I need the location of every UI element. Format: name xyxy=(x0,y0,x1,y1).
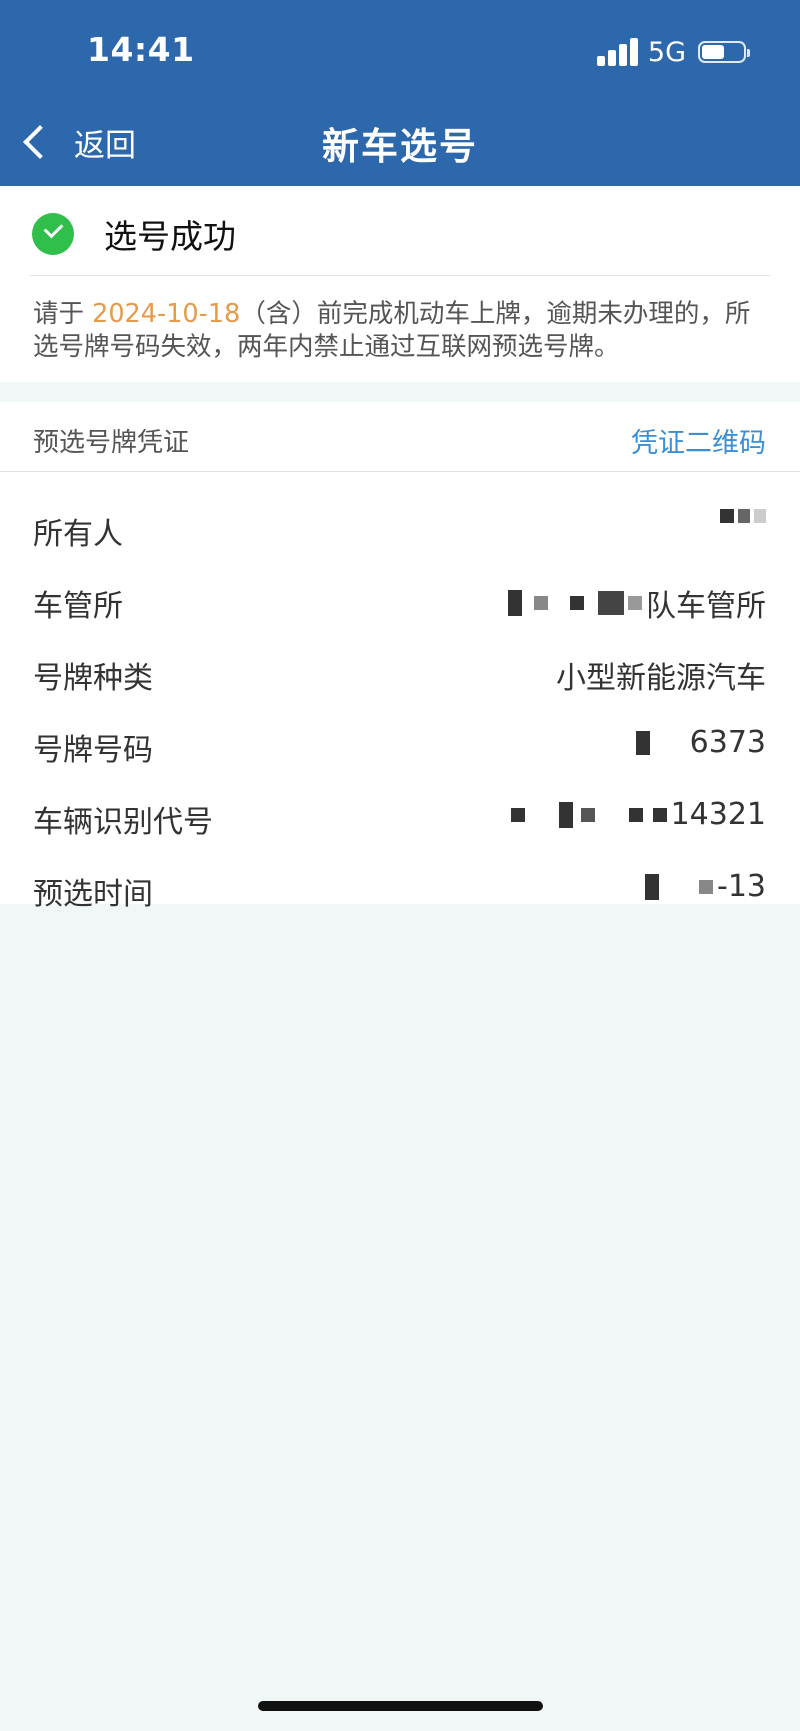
vin-label: 车辆识别代号 xyxy=(33,805,213,840)
voucher-title: 预选号牌凭证 xyxy=(33,428,190,458)
check-circle-icon xyxy=(32,213,74,255)
plate-type-label: 号牌种类 xyxy=(33,661,153,696)
page-title: 新车选号 xyxy=(322,125,478,168)
time-label: 预选时间 xyxy=(33,877,153,912)
qr-code-link[interactable]: 凭证二维码 xyxy=(631,421,766,460)
notice-text: 请于 2024-10-18（含）前完成机动车上牌，逾期未办理的，所选号牌号码失效… xyxy=(33,299,751,362)
success-row: 选号成功 xyxy=(32,210,236,258)
info-row-owner: 所有人 xyxy=(0,495,800,567)
success-card: 选号成功 请于 2024-10-18（含）前完成机动车上牌，逾期未办理的，所选号… xyxy=(0,186,800,382)
success-text: 选号成功 xyxy=(104,217,236,256)
plate-number-value: 6373 xyxy=(635,725,766,760)
owner-label: 所有人 xyxy=(33,517,123,552)
owner-value xyxy=(720,509,766,523)
info-row-time: 预选时间 -13 xyxy=(0,855,800,927)
network-label: 5G xyxy=(647,36,686,68)
status-time: 14:41 xyxy=(87,30,195,69)
plate-number-label: 号牌号码 xyxy=(33,733,153,768)
dmv-label: 车管所 xyxy=(33,589,123,624)
vin-value: 14321 xyxy=(510,797,766,832)
time-value: -13 xyxy=(645,869,766,904)
voucher-card: 预选号牌凭证 凭证二维码 所有人 车管所 队车管所 号牌种类 小型新能源汽车 号… xyxy=(0,402,800,912)
info-row-vin: 车辆识别代号 14321 xyxy=(0,783,800,855)
battery-icon xyxy=(698,41,750,63)
home-indicator[interactable] xyxy=(258,1701,543,1711)
app-header: 14:41 5G 返回 新车选号 xyxy=(0,0,800,186)
signal-icon xyxy=(596,38,638,66)
plate-type-value: 小型新能源汽车 xyxy=(556,661,766,696)
status-indicators: 5G xyxy=(596,36,750,68)
divider xyxy=(30,275,770,276)
dmv-value: 队车管所 xyxy=(508,581,766,625)
voucher-header: 预选号牌凭证 凭证二维码 xyxy=(0,402,800,472)
info-row-plate-number: 号牌号码 6373 xyxy=(0,711,800,783)
info-row-plate-type: 号牌种类 小型新能源汽车 xyxy=(0,639,800,711)
deadline-date: 2024-10-18 xyxy=(92,299,241,329)
info-row-dmv: 车管所 队车管所 xyxy=(0,567,800,639)
